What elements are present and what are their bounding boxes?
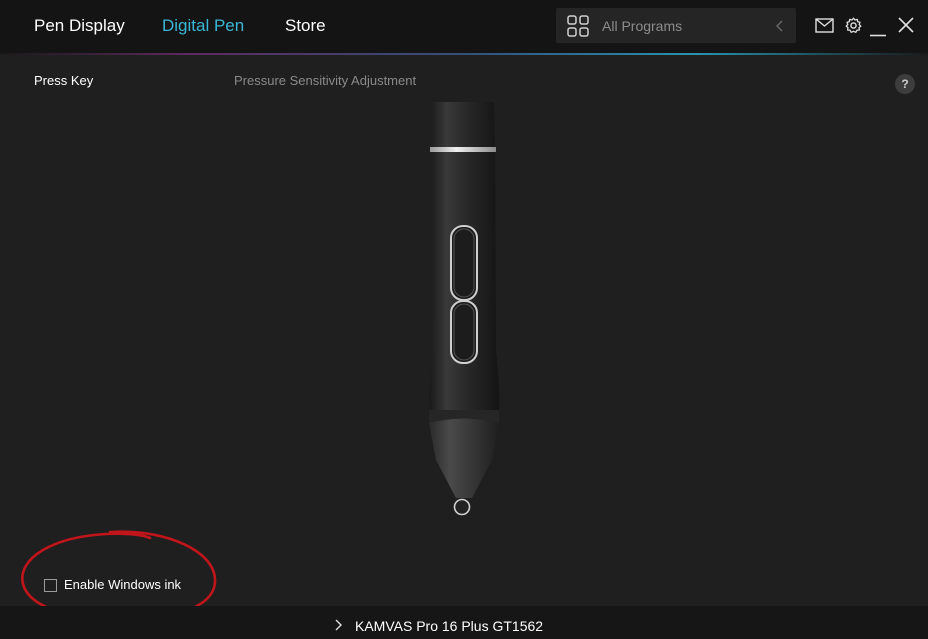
tab-pen-display[interactable]: Pen Display bbox=[34, 16, 125, 36]
help-icon[interactable]: ? bbox=[895, 74, 915, 94]
mail-icon[interactable] bbox=[815, 18, 834, 38]
close-icon[interactable] bbox=[898, 17, 914, 38]
tab-store[interactable]: Store bbox=[285, 16, 326, 36]
title-bar: Pen Display Digital Pen Store All Progra… bbox=[0, 0, 928, 55]
app-window: Pen Display Digital Pen Store All Progra… bbox=[0, 0, 928, 639]
device-selector-bar[interactable]: KAMVAS Pro 16 Plus GT1562 bbox=[0, 606, 928, 639]
chevron-right-icon[interactable] bbox=[334, 618, 342, 636]
title-accent-line bbox=[0, 53, 928, 55]
grid-icon bbox=[567, 15, 589, 42]
subtab-pressure-sensitivity[interactable]: Pressure Sensitivity Adjustment bbox=[234, 73, 416, 88]
chevron-left-icon[interactable] bbox=[776, 19, 784, 37]
digital-pen-illustration bbox=[420, 100, 510, 520]
gear-icon[interactable] bbox=[845, 17, 862, 39]
all-programs-label: All Programs bbox=[602, 18, 683, 34]
minimize-icon[interactable] bbox=[870, 24, 886, 42]
device-name: KAMVAS Pro 16 Plus GT1562 bbox=[355, 618, 544, 634]
all-programs-selector[interactable]: All Programs bbox=[556, 8, 796, 43]
tab-digital-pen[interactable]: Digital Pen bbox=[162, 16, 244, 36]
subtab-press-key[interactable]: Press Key bbox=[34, 73, 93, 88]
